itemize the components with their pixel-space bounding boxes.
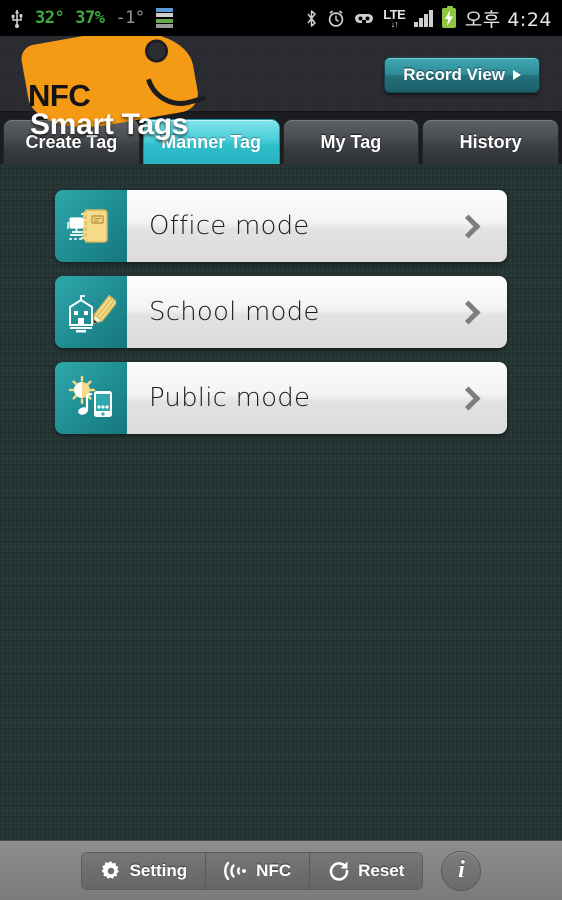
gear-icon bbox=[101, 860, 119, 879]
reset-label: Reset bbox=[358, 860, 405, 880]
mode-label-office: Office mode bbox=[149, 211, 310, 241]
bluetooth-icon bbox=[307, 9, 316, 27]
info-icon: i bbox=[458, 857, 465, 883]
chevron-right-icon bbox=[456, 213, 481, 239]
record-view-button[interactable]: Record View bbox=[384, 57, 540, 93]
vibrate-mode-icon bbox=[355, 13, 374, 24]
chevron-right-icon bbox=[456, 299, 481, 325]
tab-label: My Tag bbox=[320, 131, 382, 152]
record-view-label: Record View bbox=[403, 65, 505, 84]
chevron-right-icon bbox=[456, 385, 481, 411]
mode-row-public[interactable]: Public mode bbox=[55, 362, 507, 434]
humidity-value: 37% bbox=[75, 8, 105, 28]
alarm-clock-icon bbox=[328, 9, 344, 27]
mode-body-school: School mode bbox=[127, 276, 507, 348]
setting-button[interactable]: Setting bbox=[81, 852, 207, 889]
nfc-wave-icon bbox=[224, 861, 247, 880]
feels-like-temperature: -1° bbox=[115, 8, 145, 28]
nfc-label: NFC bbox=[256, 860, 292, 880]
usb-icon bbox=[11, 10, 23, 28]
app-header: NFC Smart Tags Record View bbox=[0, 18, 562, 141]
status-bar-right: LTE ↓↑ 오후 4:24 bbox=[305, 5, 552, 32]
bottom-button-group: Setting NFC Reset bbox=[80, 851, 424, 890]
mode-label-public: Public mode bbox=[149, 383, 311, 413]
mode-row-office[interactable]: Office mode bbox=[55, 190, 507, 262]
status-bar-left: 32° 37% -1° bbox=[10, 7, 173, 29]
signal-bars-icon bbox=[414, 9, 433, 27]
nfc-button[interactable]: NFC bbox=[206, 852, 311, 889]
sun-phone-music-icon bbox=[55, 362, 127, 434]
tab-label: History bbox=[459, 131, 522, 152]
refresh-icon bbox=[329, 861, 349, 881]
notebook-computer-icon bbox=[55, 190, 127, 262]
info-button[interactable]: i bbox=[441, 850, 482, 891]
mode-row-school[interactable]: School mode bbox=[55, 276, 507, 348]
mode-body-office: Office mode bbox=[127, 190, 507, 262]
mode-body-public: Public mode bbox=[127, 362, 507, 434]
battery-charging-icon bbox=[441, 6, 456, 28]
lte-data-arrows: ↓↑ bbox=[390, 18, 399, 29]
status-bar-clock: 오후 4:24 bbox=[464, 8, 552, 31]
status-bar: 32° 37% -1° LTE ↓↑ 오후 4:24 bbox=[0, 0, 562, 36]
school-pencil-icon bbox=[55, 276, 127, 348]
outdoor-temperature: 32° bbox=[35, 8, 65, 28]
setting-label: Setting bbox=[129, 860, 188, 880]
tab-history[interactable]: History bbox=[422, 119, 559, 164]
lte-indicator: LTE ↓↑ bbox=[383, 8, 406, 29]
network-activity-icon bbox=[155, 7, 173, 29]
content-area: Office mode School mode Public mode bbox=[0, 164, 562, 840]
logo-line-smart-tags: Smart Tags bbox=[30, 108, 189, 141]
mode-list: Office mode School mode Public mode bbox=[0, 164, 562, 434]
tab-my-tag[interactable]: My Tag bbox=[282, 119, 420, 164]
mode-label-school: School mode bbox=[149, 297, 320, 327]
play-triangle-icon bbox=[513, 70, 521, 80]
bottom-toolbar: Setting NFC Reset i bbox=[0, 840, 562, 900]
reset-button[interactable]: Reset bbox=[310, 852, 423, 889]
